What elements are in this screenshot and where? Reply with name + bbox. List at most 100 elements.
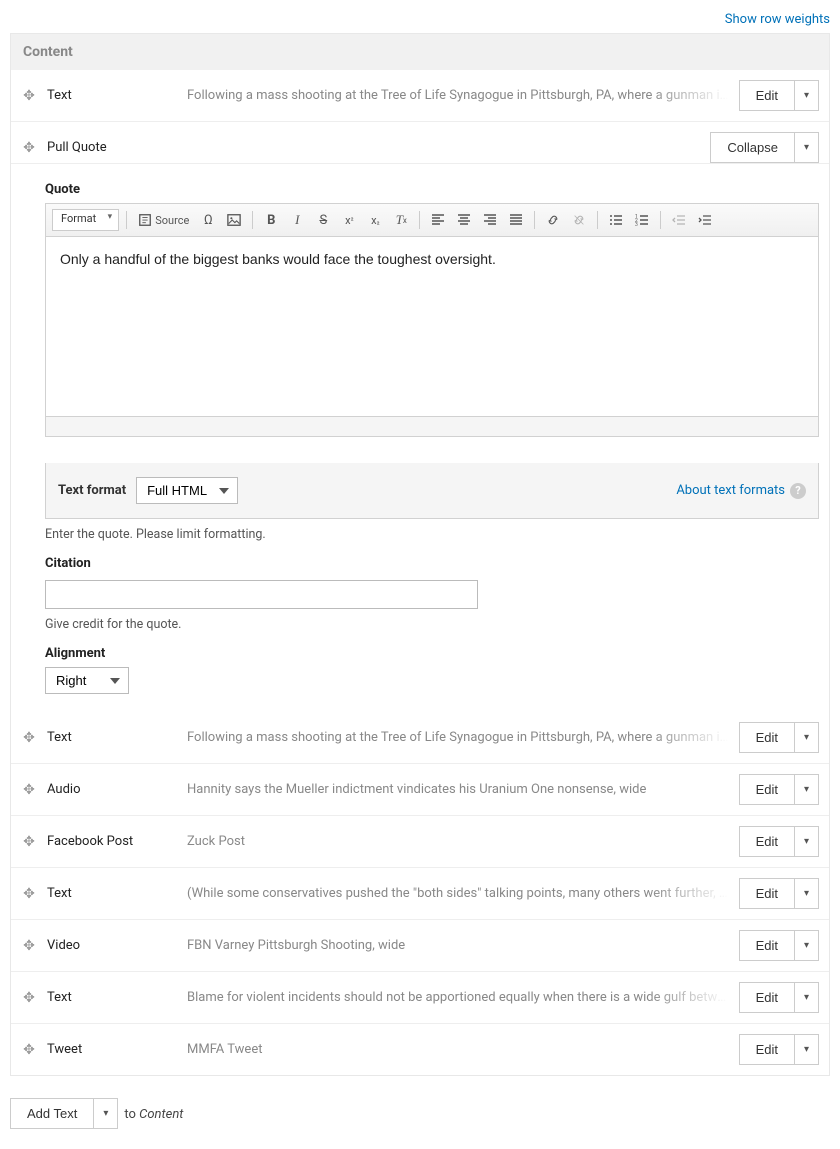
content-row: ✥ Text Blame for violent incidents should …	[11, 971, 829, 1023]
bullet-list-icon[interactable]	[605, 209, 627, 231]
drag-handle-icon[interactable]: ✥	[21, 88, 37, 104]
row-preview-text: Hannity says the Mueller indictment vind…	[187, 782, 729, 797]
link-icon[interactable]	[542, 209, 564, 231]
row-preview-text: Blame for violent incidents should not b…	[187, 990, 729, 1005]
edit-button[interactable]: Edit	[739, 774, 795, 805]
collapse-button[interactable]: Collapse	[710, 132, 795, 163]
row-actions-dropdown[interactable]: ▾	[795, 826, 819, 857]
content-row: ✥ Text (While some conservatives pushed th…	[11, 867, 829, 919]
row-actions-dropdown[interactable]: ▾	[795, 982, 819, 1013]
outdent-icon[interactable]	[668, 209, 690, 231]
drag-handle-icon[interactable]: ✥	[21, 782, 37, 798]
row-type-label: Text	[47, 990, 177, 1005]
content-row: ✥ Audio Hannity says the Mueller indictmen…	[11, 763, 829, 815]
toolbar-separator	[252, 211, 253, 229]
source-button[interactable]: Source	[134, 209, 193, 231]
row-actions-dropdown[interactable]: ▾	[795, 722, 819, 753]
svg-text:3: 3	[635, 222, 638, 227]
edit-button[interactable]: Edit	[739, 826, 795, 857]
row-type-label: Audio	[47, 782, 177, 797]
about-text-formats-link[interactable]: About text formats ?	[676, 483, 806, 499]
editor-resize-footer[interactable]	[45, 417, 819, 437]
align-left-icon[interactable]	[427, 209, 449, 231]
row-type-label: Text	[47, 730, 177, 745]
row-actions-dropdown[interactable]: ▾	[795, 80, 819, 111]
add-text-dropdown[interactable]: ▾	[94, 1098, 118, 1129]
special-char-icon[interactable]: Ω	[197, 209, 219, 231]
content-row: ✥ Video FBN Varney Pittsburgh Shooting, wi…	[11, 919, 829, 971]
drag-handle-icon[interactable]: ✥	[21, 886, 37, 902]
row-preview-text: (While some conservatives pushed the "bo…	[187, 886, 729, 901]
remove-format-icon[interactable]: Tx	[390, 209, 412, 231]
drag-handle-icon[interactable]: ✥	[21, 990, 37, 1006]
indent-icon[interactable]	[694, 209, 716, 231]
toolbar-separator	[597, 211, 598, 229]
pull-quote-editor: Quote Format Source Ω B I S x² x₂ Tx	[11, 163, 829, 712]
align-justify-icon[interactable]	[505, 209, 527, 231]
content-row: ✥ Facebook Post Zuck Post Edit▾	[11, 815, 829, 867]
row-type-label: Text	[47, 88, 177, 103]
content-row: ✥TweetMMFA TweetEdit▾	[11, 1023, 829, 1075]
quote-textarea[interactable]: Only a handful of the biggest banks woul…	[45, 237, 819, 417]
add-content-row: Add Text ▾ to Content	[10, 1098, 830, 1129]
numbered-list-icon[interactable]: 123	[631, 209, 653, 231]
superscript-icon[interactable]: x²	[338, 209, 360, 231]
content-row-expanded-header: ✥ Pull Quote Collapse ▾	[11, 121, 829, 163]
drag-handle-icon[interactable]: ✥	[21, 730, 37, 746]
drag-handle-icon[interactable]: ✥	[21, 140, 37, 156]
alignment-label: Alignment	[45, 646, 819, 661]
unlink-icon[interactable]	[568, 209, 590, 231]
content-row: ✥TextFollowing a mass shooting at the Tr…	[11, 712, 829, 763]
text-format-bar: Text format Full HTML About text formats…	[45, 463, 819, 519]
edit-button[interactable]: Edit	[739, 878, 795, 909]
citation-help-text: Give credit for the quote.	[45, 617, 819, 632]
format-dropdown[interactable]: Format	[52, 209, 119, 231]
row-preview-text: FBN Varney Pittsburgh Shooting, wide	[187, 938, 729, 953]
drag-handle-icon[interactable]: ✥	[21, 834, 37, 850]
subscript-icon[interactable]: x₂	[364, 209, 386, 231]
row-actions: Edit ▾	[739, 80, 819, 111]
text-format-select[interactable]: Full HTML	[136, 477, 238, 504]
edit-button[interactable]: Edit	[739, 722, 795, 753]
align-right-icon[interactable]	[479, 209, 501, 231]
edit-button[interactable]: Edit	[739, 80, 795, 111]
row-type-label: Facebook Post	[47, 834, 177, 849]
text-format-label: Text format	[58, 483, 126, 498]
row-actions: Edit▾	[739, 878, 819, 909]
row-preview-text: Zuck Post	[187, 834, 729, 849]
row-actions: Edit▾	[739, 826, 819, 857]
italic-icon[interactable]: I	[286, 209, 308, 231]
add-text-suffix: to Content	[124, 1107, 183, 1122]
content-section-header: Content	[10, 33, 830, 70]
quote-help-text: Enter the quote. Please limit formatting…	[45, 527, 819, 542]
row-actions-dropdown[interactable]: ▾	[795, 930, 819, 961]
row-actions: Edit▾	[739, 722, 819, 753]
row-actions: Edit▾	[739, 930, 819, 961]
edit-button[interactable]: Edit	[739, 930, 795, 961]
row-type-label: Video	[47, 938, 177, 953]
alignment-select[interactable]: Right	[45, 667, 129, 694]
align-center-icon[interactable]	[453, 209, 475, 231]
row-actions-dropdown[interactable]: ▾	[795, 774, 819, 805]
image-icon[interactable]	[223, 209, 245, 231]
row-type-label: Text	[47, 886, 177, 901]
toolbar-separator	[534, 211, 535, 229]
citation-input[interactable]	[45, 580, 478, 609]
source-label: Source	[155, 214, 189, 227]
row-actions-dropdown[interactable]: ▾	[795, 878, 819, 909]
bold-icon[interactable]: B	[260, 209, 282, 231]
content-rows: ✥ Text Following a mass shooting at the …	[10, 70, 830, 1076]
row-actions: Edit▾	[739, 982, 819, 1013]
toolbar-separator	[419, 211, 420, 229]
show-row-weights-link[interactable]: Show row weights	[725, 12, 830, 27]
strikethrough-icon[interactable]: S	[312, 209, 334, 231]
drag-handle-icon[interactable]: ✥	[21, 938, 37, 954]
citation-label: Citation	[45, 556, 819, 571]
row-actions-dropdown[interactable]: ▾	[795, 132, 819, 163]
wysiwyg-toolbar: Format Source Ω B I S x² x₂ Tx	[45, 203, 819, 237]
edit-button[interactable]: Edit	[739, 982, 795, 1013]
row-preview-text: Following a mass shooting at the Tree of…	[187, 88, 729, 103]
content-row: ✥ Text Following a mass shooting at the …	[11, 70, 829, 121]
quote-label: Quote	[45, 182, 819, 197]
add-text-button[interactable]: Add Text	[10, 1098, 94, 1129]
